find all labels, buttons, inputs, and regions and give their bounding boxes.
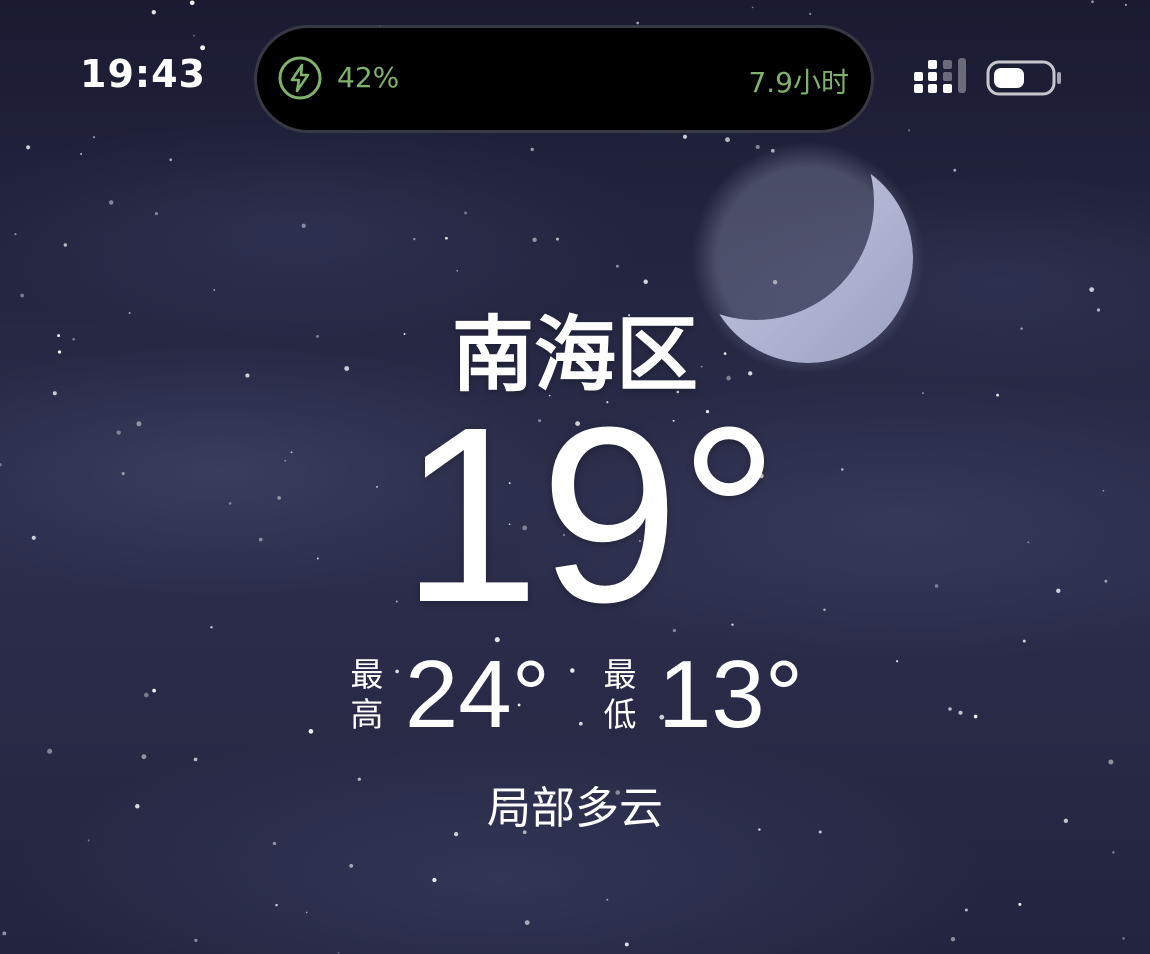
star xyxy=(272,841,277,846)
star xyxy=(636,21,640,25)
star xyxy=(432,877,437,883)
star xyxy=(615,264,619,268)
current-temperature: 19° xyxy=(400,375,780,654)
star xyxy=(908,129,911,132)
star xyxy=(606,898,609,901)
star xyxy=(524,920,530,925)
star xyxy=(200,45,206,51)
battery-icon xyxy=(986,60,1061,96)
star xyxy=(413,237,416,241)
star xyxy=(47,748,53,754)
low-temp-label: 最低 xyxy=(603,655,637,734)
star xyxy=(194,938,198,942)
low-temp-group: 最低 13° xyxy=(600,641,804,748)
star xyxy=(379,25,382,28)
star xyxy=(92,136,96,139)
star xyxy=(337,951,340,954)
star xyxy=(305,911,308,914)
star xyxy=(456,270,459,272)
high-temp-value: 24° xyxy=(404,641,550,748)
weather-condition: 局部多云 xyxy=(487,783,663,834)
star xyxy=(108,200,114,205)
battery-time-remaining: 7.9小时 xyxy=(748,66,849,99)
star xyxy=(26,145,31,150)
high-temp-label: 最高 xyxy=(350,655,384,734)
star xyxy=(464,211,468,215)
star xyxy=(530,147,534,152)
star xyxy=(2,931,7,936)
low-temp-value: 13° xyxy=(658,641,804,748)
star xyxy=(1124,3,1127,6)
star xyxy=(301,223,306,228)
star xyxy=(682,134,688,139)
signal-icon xyxy=(914,58,966,93)
star xyxy=(555,237,560,241)
star xyxy=(1018,902,1022,906)
star xyxy=(169,158,172,161)
lightning-bolt-icon xyxy=(278,56,322,100)
battery-percent: 42% xyxy=(337,61,400,94)
star xyxy=(63,243,67,247)
star xyxy=(964,908,968,912)
star xyxy=(193,34,195,37)
star xyxy=(193,757,198,762)
star xyxy=(1112,851,1115,854)
star xyxy=(445,236,448,240)
high-low-temperatures: 最高 24° 最低 13° xyxy=(0,645,1150,745)
star xyxy=(950,937,956,942)
star xyxy=(1022,639,1026,643)
star xyxy=(751,6,754,9)
star xyxy=(189,0,195,6)
high-temp-group: 最高 24° xyxy=(347,645,550,745)
star xyxy=(349,864,354,868)
star xyxy=(151,10,156,15)
status-time: 19:43 xyxy=(80,52,206,96)
star xyxy=(624,942,629,947)
star xyxy=(1108,759,1114,765)
dynamic-island[interactable]: 42% 7.9小时 xyxy=(257,28,871,130)
star xyxy=(1091,0,1094,4)
star xyxy=(532,237,537,243)
star xyxy=(80,153,83,155)
star xyxy=(87,839,90,842)
star xyxy=(1122,937,1125,940)
star xyxy=(14,233,17,236)
star xyxy=(275,903,278,907)
star xyxy=(809,12,812,15)
star xyxy=(643,279,648,285)
star xyxy=(141,754,147,760)
star xyxy=(953,168,957,172)
star xyxy=(154,211,159,216)
